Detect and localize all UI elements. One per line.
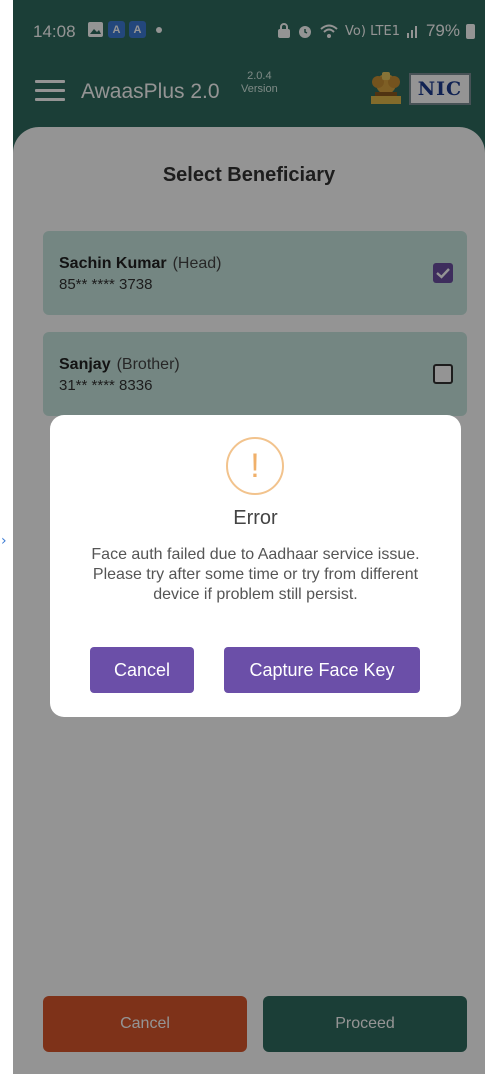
dialog-title: Error	[233, 507, 278, 529]
capture-face-key-button[interactable]: Capture Face Key	[224, 647, 420, 693]
dialog-message: Face auth failed due to Aadhaar service …	[91, 546, 420, 603]
error-dialog: ! Error Face auth failed due to Aadhaar …	[50, 415, 461, 717]
dialog-cancel-button[interactable]: Cancel	[90, 647, 194, 693]
phone-screen: 14:08 A A Vo) LTE1 79% AwaasPlus 2.0 2.0…	[13, 0, 485, 1074]
warning-icon: !	[226, 437, 284, 495]
edge-arrow-icon: ›	[1, 533, 7, 549]
